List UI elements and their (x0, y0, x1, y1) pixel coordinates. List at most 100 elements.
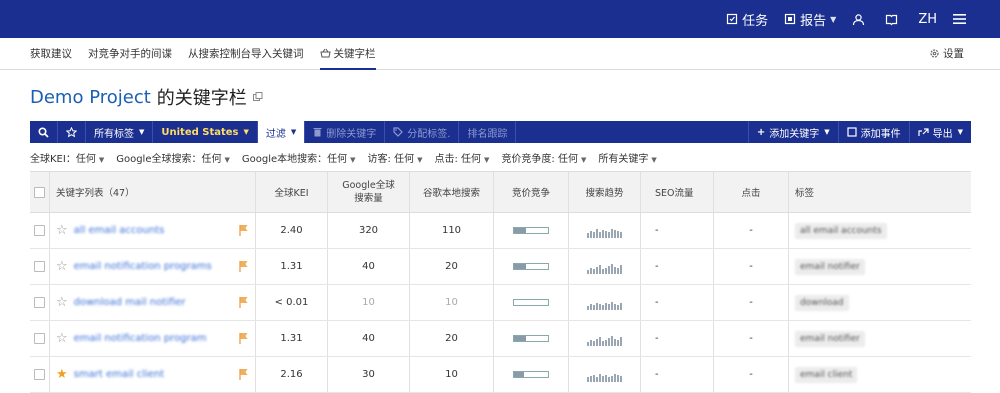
global-search-value: 40 (362, 333, 375, 344)
table-row[interactable]: ☆ email notification programs 1.31 40 20 - - em… (30, 249, 971, 285)
settings-button[interactable]: 设置 (929, 38, 964, 69)
account-button[interactable] (852, 13, 869, 26)
copy-icon[interactable] (252, 92, 263, 102)
delete-keyword-label: 删除关键字 (326, 128, 377, 140)
filter-visitors[interactable]: 访客: 任何 ▼ (368, 150, 423, 165)
trend-bar (586, 269, 589, 274)
export-icon (918, 128, 929, 136)
delete-keyword-button[interactable]: 删除关键字 (305, 121, 386, 143)
rank-tracking-button[interactable]: 排名跟踪 (459, 121, 517, 143)
global-search-cell: 30 (328, 357, 410, 392)
tasks-button[interactable]: 任务 (726, 10, 768, 29)
row-checkbox[interactable] (34, 225, 45, 236)
row-checkbox[interactable] (34, 369, 45, 380)
tag-chip[interactable]: email notifier (795, 330, 865, 347)
header-label: 标签 (795, 188, 815, 199)
assign-tag-button[interactable]: 分配标签. (385, 121, 460, 143)
flag-icon[interactable] (239, 260, 249, 272)
tag-chip[interactable]: all email accounts (795, 222, 887, 239)
table-row[interactable]: ☆ download mail notifier < 0.01 10 10 - - downl… (30, 285, 971, 321)
header-clicks[interactable]: 点击 (714, 172, 789, 212)
row-checkbox[interactable] (34, 333, 45, 344)
kei-cell: 2.40 (256, 213, 328, 248)
header-competition[interactable]: 竞价竞争 (494, 172, 569, 212)
language-switcher[interactable]: ZH (918, 12, 937, 27)
filter-google-local-search[interactable]: Google本地搜索：任何 ▼ (241, 150, 356, 165)
clicks-cell: - (714, 285, 789, 320)
competition-fill (514, 336, 526, 341)
table-row[interactable]: ☆ email notification program 1.31 40 20 - - ema… (30, 321, 971, 357)
all-tags-dropdown[interactable]: 所有标签 ▼ (86, 121, 154, 143)
tab-import-search-console[interactable]: 从搜索控制台导入关键词 (188, 38, 304, 69)
country-dropdown[interactable]: United States ▼ (153, 121, 258, 143)
search-button[interactable] (30, 121, 58, 143)
filter-label: 全球KEI：任何 (30, 154, 96, 165)
export-dropdown[interactable]: 导出 ▼ (908, 121, 971, 143)
header-trend[interactable]: 搜索趋势 (569, 172, 641, 212)
header-seo-traffic[interactable]: SEO流量 (641, 172, 714, 212)
star-icon[interactable]: ☆ (56, 296, 68, 309)
plus-icon: + (756, 126, 766, 138)
flag-icon[interactable] (239, 296, 249, 308)
flag-icon[interactable] (239, 332, 249, 344)
row-checkbox[interactable] (34, 297, 45, 308)
tag-chip[interactable]: email notifier (795, 258, 865, 275)
filter-global-kei[interactable]: 全球KEI：任何 ▼ (30, 150, 104, 165)
header-tags[interactable]: 标签 (789, 172, 971, 212)
tab-keyword-basket[interactable]: 关键字栏 (319, 38, 376, 70)
table-row[interactable]: ★ smart email client 2.16 30 10 - - email clien… (30, 357, 971, 393)
filter-label: 所有关键字 (598, 154, 649, 165)
keyword-toolbar: 所有标签 ▼ United States ▼ 过滤 ▼ 删除关键字 分配标签. 排名跟… (30, 121, 971, 143)
trend-bar (619, 336, 622, 346)
hamburger-menu-icon (953, 14, 966, 24)
help-button[interactable] (885, 13, 902, 26)
trend-sparkline (586, 260, 623, 274)
project-name-link[interactable]: Demo Project (30, 87, 151, 108)
tag-chip[interactable]: download (795, 294, 849, 311)
star-icon[interactable]: ★ (56, 368, 68, 381)
flag-icon[interactable] (239, 224, 249, 236)
header-kei[interactable]: 全球KEI (256, 172, 328, 212)
trend-bar (613, 266, 616, 274)
main-menu-button[interactable] (953, 13, 970, 25)
trend-bar (592, 374, 595, 382)
keyword-link[interactable]: all email accounts (74, 225, 165, 236)
trend-bar (589, 267, 592, 274)
filter-google-global-search[interactable]: Google全球搜索：任何 ▼ (116, 150, 230, 165)
filter-dropdown[interactable]: 过滤 ▼ (257, 121, 306, 143)
row-checkbox[interactable] (34, 261, 45, 272)
trash-icon (313, 128, 322, 137)
keyword-link[interactable]: download mail notifier (74, 297, 186, 308)
clicks-value: - (749, 297, 753, 308)
trend-bar (598, 373, 601, 382)
trend-bar (616, 304, 619, 310)
table-row[interactable]: ☆ all email accounts 2.40 320 110 - - all email… (30, 213, 971, 249)
tab-spy-competitors[interactable]: 对竞争对手的间谍 (88, 38, 172, 69)
reports-menu[interactable]: 报告 ▼ (784, 10, 836, 29)
tab-get-suggestions[interactable]: 获取建议 (30, 38, 72, 69)
add-keyword-dropdown[interactable]: + 添加关键字 ▼ (747, 121, 838, 143)
star-icon[interactable]: ☆ (56, 224, 68, 237)
keyword-link[interactable]: smart email client (74, 369, 165, 380)
filter-clicks[interactable]: 点击: 任何 ▼ (434, 150, 489, 165)
keyword-link[interactable]: email notification programs (74, 261, 212, 272)
tag-chip[interactable]: email client (795, 366, 858, 383)
trend-bar (589, 230, 592, 238)
filter-all-keywords[interactable]: 所有关键字 ▼ (598, 150, 656, 165)
tasks-label: 任务 (742, 13, 769, 29)
trend-bar (595, 338, 598, 346)
flag-icon[interactable] (239, 368, 249, 380)
trend-bar (607, 303, 610, 310)
star-icon[interactable]: ☆ (56, 332, 68, 345)
filter-bid-competition[interactable]: 竞价竞争度: 任何 ▼ (501, 150, 586, 165)
add-event-button[interactable]: 添加事件 (837, 121, 909, 143)
header-keyword[interactable]: 关键字列表（47） (50, 172, 256, 212)
keyword-link[interactable]: email notification program (74, 333, 207, 344)
star-icon[interactable]: ☆ (56, 260, 68, 273)
filter-label: Google本地搜索：任何 (241, 154, 348, 165)
favorites-filter-button[interactable] (58, 121, 86, 143)
select-all-checkbox[interactable] (34, 186, 45, 198)
header-local-search[interactable]: 谷歌本地搜索 (410, 172, 494, 212)
header-global-search[interactable]: Google全球搜索量 (328, 172, 410, 212)
row-select-cell (30, 213, 50, 248)
